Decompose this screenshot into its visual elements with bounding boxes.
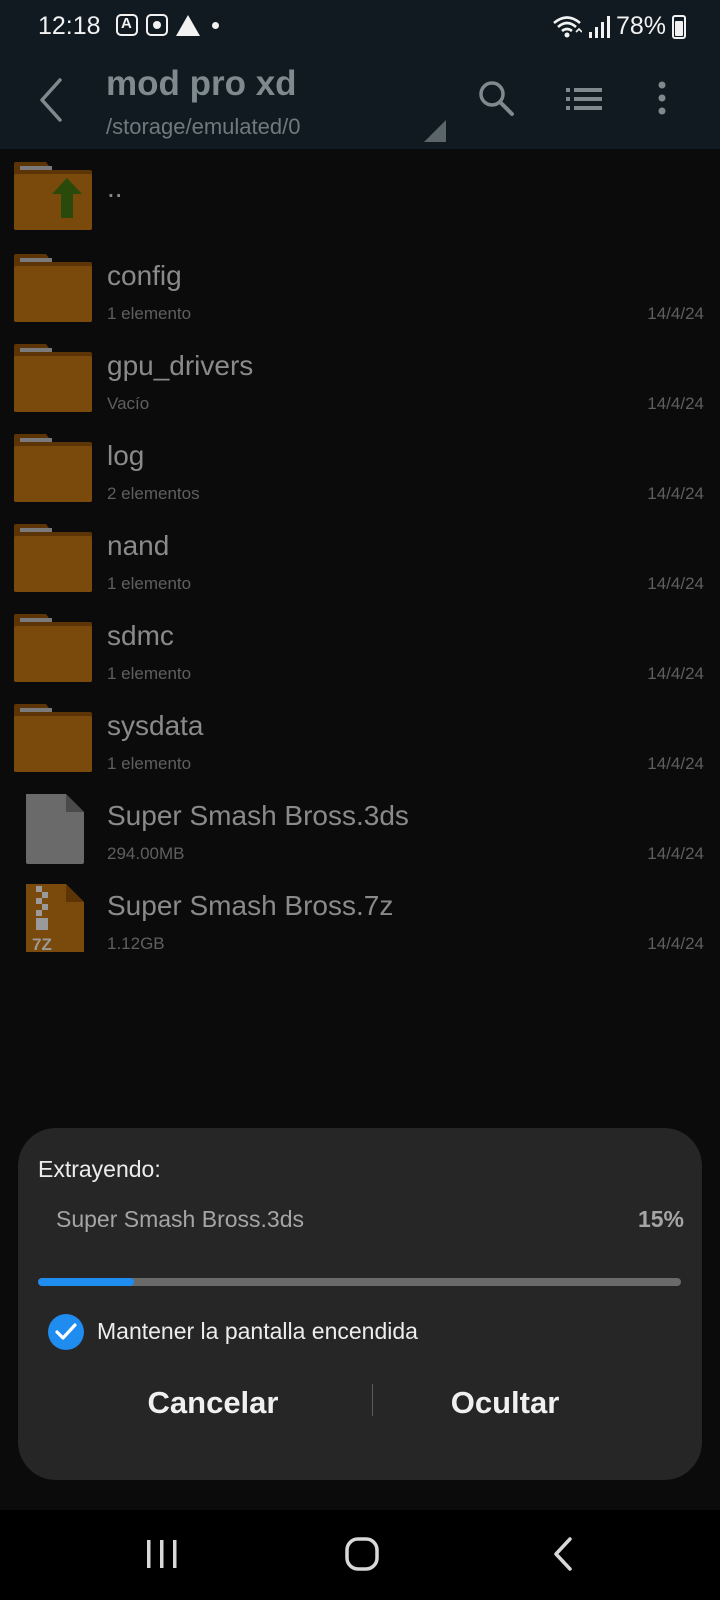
parent-folder-row[interactable]: .. (0, 150, 720, 240)
item-name: sysdata (107, 710, 204, 741)
signal-icon (588, 15, 610, 38)
list-item[interactable]: Super Smash Bross.3ds 294.00MB 14/4/24 (0, 782, 720, 872)
progress-bar-fill (38, 1278, 135, 1286)
list-item[interactable]: sysdata 1 elemento 14/4/24 (0, 692, 720, 782)
item-date: 14/4/24 (647, 574, 704, 593)
list-view-icon[interactable] (564, 74, 614, 124)
item-meta: Vacío (107, 394, 150, 413)
folder-path[interactable]: /storage/emulated/0 (106, 114, 300, 140)
item-date: 14/4/24 (647, 304, 704, 323)
system-navigation-bar (0, 1510, 720, 1600)
parent-folder-icon (14, 162, 92, 230)
item-name: nand (107, 530, 170, 561)
checkmark-icon (55, 1323, 77, 1340)
folder-icon (14, 524, 92, 592)
item-name: sdmc (107, 620, 174, 651)
folder-icon (14, 344, 92, 412)
list-item[interactable]: 7Z Super Smash Bross.7z 1.12GB 14/4/24 (0, 872, 720, 962)
folder-icon (14, 254, 92, 322)
warning-icon (176, 14, 200, 36)
extract-progress-dialog: Extrayendo: Super Smash Bross.3ds 15% Ma… (18, 1128, 702, 1480)
item-date: 14/4/24 (647, 934, 704, 953)
item-meta: 1.12GB (107, 934, 165, 953)
app-toolbar: mod pro xd /storage/emulated/0 (0, 52, 720, 149)
progress-bar (38, 1278, 681, 1286)
item-meta: 1 elemento (107, 754, 192, 773)
archive-7z-icon: 7Z (26, 884, 84, 954)
item-meta: 1 elemento (107, 574, 192, 593)
back-icon[interactable] (30, 74, 74, 126)
list-item[interactable]: config 1 elemento 14/4/24 (0, 242, 720, 332)
status-time: 12:18 (38, 12, 101, 40)
folder-icon (14, 434, 92, 502)
folder-icon (14, 704, 92, 772)
item-date: 14/4/24 (647, 664, 704, 683)
keep-screen-on-label[interactable]: Mantener la pantalla encendida (97, 1318, 418, 1345)
progress-percent: 15% (637, 1206, 684, 1232)
list-item[interactable]: log 2 elementos 14/4/24 (0, 422, 720, 512)
dialog-title: Extrayendo: (38, 1156, 161, 1182)
translate-notification-icon (116, 14, 138, 36)
cancel-button[interactable]: Cancelar (63, 1376, 363, 1430)
hide-button[interactable]: Ocultar (355, 1376, 655, 1430)
search-icon[interactable] (472, 74, 522, 124)
path-dropdown-icon[interactable] (424, 120, 446, 142)
home-icon[interactable] (332, 1530, 392, 1580)
extracting-file-name: Super Smash Bross.3ds (56, 1206, 305, 1232)
item-date: 14/4/24 (647, 394, 704, 413)
recents-icon[interactable] (132, 1530, 192, 1580)
keep-screen-on-checkbox[interactable] (48, 1314, 84, 1350)
status-system-icons: 78% (552, 12, 686, 41)
item-name: log (107, 440, 145, 471)
folder-title: mod pro xd (106, 64, 297, 103)
battery-percent: 78% (615, 12, 666, 40)
dot-icon (212, 21, 219, 29)
item-name: Super Smash Bross.3ds (107, 800, 409, 831)
item-name: gpu_drivers (107, 350, 254, 381)
item-meta: 294.00MB (107, 844, 185, 863)
item-meta: 2 elementos (107, 484, 200, 503)
item-date: 14/4/24 (647, 844, 704, 863)
back-icon[interactable] (536, 1530, 596, 1580)
status-notification-icons (116, 14, 219, 36)
item-name: .. (107, 172, 123, 203)
file-icon (26, 794, 84, 864)
screen-record-icon (146, 14, 168, 36)
item-meta: 1 elemento (107, 664, 192, 683)
battery-icon (672, 14, 686, 39)
item-name: Super Smash Bross.7z (107, 890, 394, 921)
wifi-icon (553, 15, 582, 37)
list-item[interactable]: gpu_drivers Vacío 14/4/24 (0, 332, 720, 422)
more-vert-icon[interactable] (640, 74, 690, 124)
item-meta: 1 elemento (107, 304, 192, 323)
folder-icon (14, 614, 92, 682)
status-bar: 12:18 78% (0, 0, 720, 52)
archive-badge: 7Z (32, 935, 52, 954)
list-item[interactable]: sdmc 1 elemento 14/4/24 (0, 602, 720, 692)
item-date: 14/4/24 (647, 484, 704, 503)
list-item[interactable]: nand 1 elemento 14/4/24 (0, 512, 720, 602)
item-date: 14/4/24 (647, 754, 704, 773)
item-name: config (107, 260, 182, 291)
